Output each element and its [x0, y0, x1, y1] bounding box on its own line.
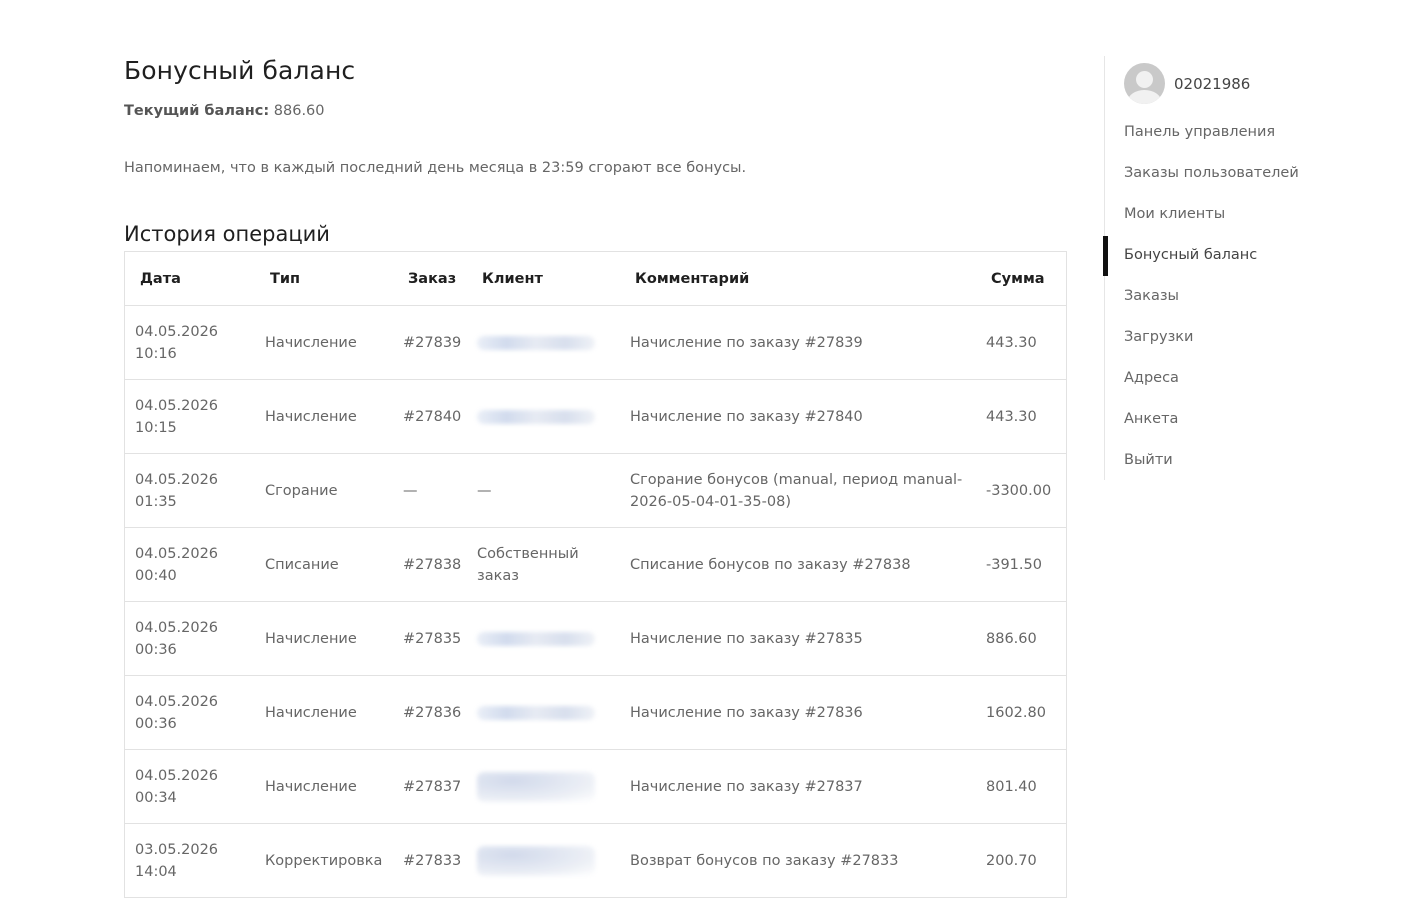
cell-date: 04.05.2026 00:36: [135, 619, 219, 658]
cell-date: 04.05.2026 10:15: [135, 397, 219, 436]
cell-client: [471, 845, 620, 876]
cell-comment: Начисление по заказу #27835: [630, 630, 863, 647]
cell-order: #27835: [403, 630, 462, 647]
cell-type: Начисление: [265, 334, 357, 351]
cell-comment: Возврат бонусов по заказу #27833: [630, 852, 899, 869]
avatar: [1124, 63, 1165, 104]
history-title: История операций: [124, 222, 330, 246]
cell-client: [471, 631, 620, 646]
cell-amount: 1602.80: [986, 704, 1046, 721]
cell-client: —: [477, 482, 492, 499]
sidebar-item-downloads[interactable]: Загрузки: [1105, 325, 1365, 366]
header-comment: Комментарий: [635, 270, 750, 287]
sidebar-item-dashboard[interactable]: Панель управления: [1105, 120, 1365, 161]
cell-date: 03.05.2026 14:04: [135, 841, 219, 880]
cell-type: Начисление: [265, 778, 357, 795]
header-date: Дата: [140, 270, 181, 287]
table-row: 04.05.2026 00:36 Начисление #27836 Начисл…: [125, 676, 1066, 750]
cell-date: 04.05.2026 00:34: [135, 767, 219, 806]
table-header: Дата Тип Заказ Клиент Комментарий Сумма: [125, 252, 1066, 306]
cell-date: 04.05.2026 01:35: [135, 471, 219, 510]
cell-type: Начисление: [265, 408, 357, 425]
table-row: 03.05.2026 14:04 Корректировка #27833 Воз…: [125, 824, 1066, 898]
balance-label: Текущий баланс:: [124, 103, 270, 119]
client-redacted: [477, 409, 595, 424]
cell-amount: -391.50: [986, 556, 1042, 573]
sidebar-item-logout[interactable]: Выйти: [1105, 448, 1365, 489]
table-row: 04.05.2026 00:40 Списание #27838 Собствен…: [125, 528, 1066, 602]
cell-comment: Начисление по заказу #27837: [630, 778, 863, 795]
account-nav: Панель управления Заказы пользователей М…: [1103, 120, 1365, 489]
cell-order: #27837: [403, 778, 462, 795]
cell-order: #27836: [403, 704, 462, 721]
client-redacted: [477, 771, 595, 802]
header-order: Заказ: [408, 270, 457, 287]
sidebar-item-orders[interactable]: Заказы: [1105, 284, 1365, 325]
cell-type: Начисление: [265, 630, 357, 647]
cell-order: #27833: [403, 852, 462, 869]
cell-client: Собственный заказ: [477, 545, 579, 584]
sidebar-item-user-orders[interactable]: Заказы пользователей: [1105, 161, 1365, 202]
cell-type: Сгорание: [265, 482, 338, 499]
table-row: 04.05.2026 00:34 Начисление #27837 Начисл…: [125, 750, 1066, 824]
table-row: 04.05.2026 10:16 Начисление #27839 Начисл…: [125, 306, 1066, 380]
cell-type: Корректировка: [265, 852, 383, 869]
cell-comment: Сгорание бонусов (manual, период manual-…: [630, 471, 963, 510]
bonus-reminder: Напоминаем, что в каждый последний день …: [124, 160, 747, 176]
avatar-body-icon: [1128, 90, 1161, 104]
cell-comment: Начисление по заказу #27836: [630, 704, 863, 721]
cell-client: [471, 335, 620, 350]
cell-date: 04.05.2026 00:36: [135, 693, 219, 732]
cell-comment: Начисление по заказу #27839: [630, 334, 863, 351]
cell-type: Начисление: [265, 704, 357, 721]
cell-amount: 443.30: [986, 334, 1037, 351]
user-block: 02021986: [1124, 63, 1250, 104]
cell-client: [471, 771, 620, 802]
table-row: 04.05.2026 01:35 Сгорание — — Сгорание бо…: [125, 454, 1066, 528]
main-content: Бонусный баланс Текущий баланс: 886.60 Н…: [124, 55, 1067, 898]
table-row: 04.05.2026 10:15 Начисление #27840 Начисл…: [125, 380, 1066, 454]
current-balance: Текущий баланс: 886.60: [124, 101, 1066, 121]
cell-client: [471, 705, 620, 720]
client-redacted: [477, 705, 595, 720]
cell-client: [471, 409, 620, 424]
cell-comment: Начисление по заказу #27840: [630, 408, 863, 425]
sidebar-item-profile[interactable]: Анкета: [1105, 407, 1365, 448]
cell-order: #27838: [403, 556, 462, 573]
table-row: 04.05.2026 00:36 Начисление #27835 Начисл…: [125, 602, 1066, 676]
page-title: Бонусный баланс: [124, 56, 356, 85]
cell-comment: Списание бонусов по заказу #27838: [630, 556, 911, 573]
cell-order: —: [403, 482, 418, 499]
header-type: Тип: [270, 270, 301, 287]
cell-date: 04.05.2026 10:16: [135, 323, 219, 362]
cell-amount: 200.70: [986, 852, 1037, 869]
username: 02021986: [1174, 74, 1251, 93]
balance-value: 886.60: [273, 103, 325, 119]
cell-type: Списание: [265, 556, 339, 573]
cell-amount: 801.40: [986, 778, 1037, 795]
operations-table: Дата Тип Заказ Клиент Комментарий Сумма …: [124, 251, 1067, 898]
header-client: Клиент: [482, 270, 543, 287]
cell-date: 04.05.2026 00:40: [135, 545, 219, 584]
cell-amount: 443.30: [986, 408, 1037, 425]
cell-order: #27840: [403, 408, 462, 425]
cell-order: #27839: [403, 334, 462, 351]
header-amount: Сумма: [991, 270, 1045, 287]
account-sidebar: 02021986 Панель управления Заказы пользо…: [1103, 56, 1365, 480]
client-redacted: [477, 845, 595, 876]
sidebar-item-my-clients[interactable]: Мои клиенты: [1105, 202, 1365, 243]
avatar-head-icon: [1136, 71, 1153, 88]
cell-amount: -3300.00: [986, 482, 1052, 499]
client-redacted: [477, 335, 595, 350]
cell-amount: 886.60: [986, 630, 1037, 647]
client-redacted: [477, 631, 595, 646]
sidebar-item-bonus-balance[interactable]: Бонусный баланс: [1103, 236, 1365, 284]
sidebar-item-addresses[interactable]: Адреса: [1105, 366, 1365, 407]
